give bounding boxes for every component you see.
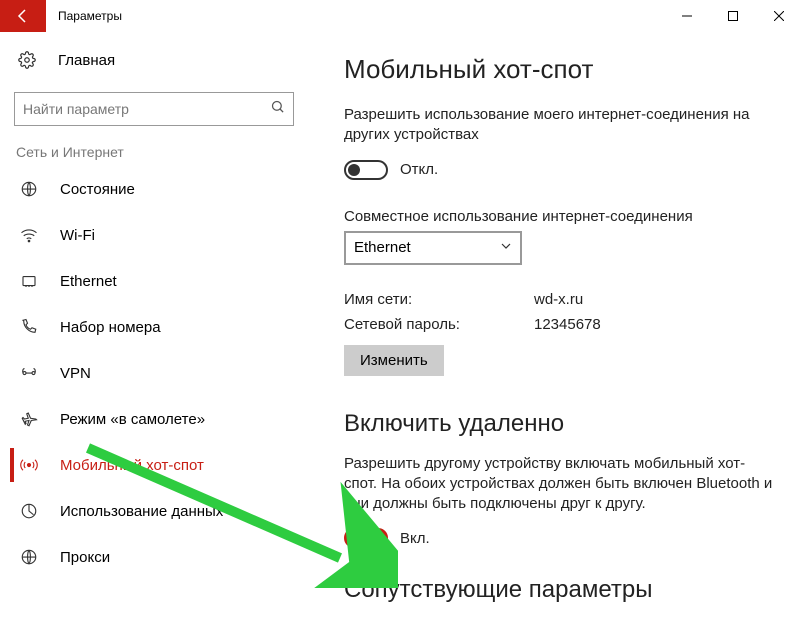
hotspot-icon bbox=[20, 456, 42, 474]
wifi-icon bbox=[20, 226, 42, 244]
sidebar-item-label: Состояние bbox=[60, 181, 135, 198]
edit-button[interactable]: Изменить bbox=[344, 345, 444, 376]
data-usage-icon bbox=[20, 502, 42, 520]
gear-icon bbox=[18, 51, 40, 69]
sidebar-item-label: Использование данных bbox=[60, 503, 223, 520]
globe-icon bbox=[20, 180, 42, 198]
sidebar-home-label: Главная bbox=[58, 52, 115, 69]
remote-heading: Включить удаленно bbox=[344, 410, 776, 438]
close-button[interactable] bbox=[756, 0, 802, 32]
minimize-button[interactable] bbox=[664, 0, 710, 32]
sidebar-item-label: VPN bbox=[60, 365, 91, 382]
network-password-label: Сетевой пароль: bbox=[344, 316, 534, 333]
airplane-icon bbox=[20, 410, 42, 428]
search-input[interactable] bbox=[23, 101, 270, 117]
sidebar-item-label: Прокси bbox=[60, 549, 110, 566]
related-heading: Сопутствующие параметры bbox=[344, 576, 776, 604]
sidebar-item-label: Ethernet bbox=[60, 273, 117, 290]
search-box[interactable] bbox=[14, 92, 294, 126]
select-value: Ethernet bbox=[354, 239, 411, 256]
share-description: Разрешить использование моего интернет-с… bbox=[344, 105, 776, 146]
sidebar-item-label: Мобильный хот-спот bbox=[60, 457, 204, 474]
toggle-off-label: Откл. bbox=[400, 161, 438, 178]
sidebar: Главная Сеть и Интернет Состояние Wi-Fi … bbox=[0, 32, 310, 633]
sidebar-item-label: Режим «в самолете» bbox=[60, 411, 205, 428]
window-title: Параметры bbox=[46, 9, 122, 23]
remote-toggle[interactable]: Вкл. bbox=[344, 526, 776, 550]
sidebar-home[interactable]: Главная bbox=[10, 40, 300, 80]
sidebar-item-status[interactable]: Состояние bbox=[10, 166, 300, 212]
title-bar: Параметры bbox=[0, 0, 802, 32]
share-from-select[interactable]: Ethernet bbox=[344, 231, 522, 265]
toggle-track-off[interactable] bbox=[344, 160, 388, 180]
vpn-icon bbox=[20, 364, 42, 382]
network-name-label: Имя сети: bbox=[344, 291, 534, 308]
sidebar-item-label: Набор номера bbox=[60, 319, 161, 336]
toggle-on-label: Вкл. bbox=[400, 530, 430, 547]
network-password-value: 12345678 bbox=[534, 316, 601, 333]
phone-icon bbox=[20, 318, 42, 336]
sidebar-item-hotspot[interactable]: Мобильный хот-спот bbox=[10, 442, 300, 488]
toggle-track-on[interactable] bbox=[344, 528, 388, 548]
sidebar-item-label: Wi-Fi bbox=[60, 227, 95, 244]
chevron-down-icon bbox=[500, 239, 512, 257]
sidebar-item-proxy[interactable]: Прокси bbox=[10, 534, 300, 580]
proxy-icon bbox=[20, 548, 42, 566]
back-button[interactable] bbox=[0, 0, 46, 32]
page-title: Мобильный хот-спот bbox=[344, 54, 776, 85]
network-name-value: wd-x.ru bbox=[534, 291, 583, 308]
sidebar-item-airplane[interactable]: Режим «в самолете» bbox=[10, 396, 300, 442]
remote-description: Разрешить другому устройству включать мо… bbox=[344, 454, 776, 515]
sidebar-item-dialup[interactable]: Набор номера bbox=[10, 304, 300, 350]
arrow-left-icon bbox=[15, 8, 31, 24]
maximize-button[interactable] bbox=[710, 0, 756, 32]
share-from-label: Совместное использование интернет-соедин… bbox=[344, 208, 776, 225]
sidebar-item-datausage[interactable]: Использование данных bbox=[10, 488, 300, 534]
ethernet-icon bbox=[20, 272, 42, 290]
sidebar-item-vpn[interactable]: VPN bbox=[10, 350, 300, 396]
sidebar-item-wifi[interactable]: Wi-Fi bbox=[10, 212, 300, 258]
sidebar-category: Сеть и Интернет bbox=[10, 144, 300, 166]
search-icon bbox=[270, 99, 285, 119]
main-panel: Мобильный хот-спот Разрешить использован… bbox=[310, 32, 802, 633]
sidebar-item-ethernet[interactable]: Ethernet bbox=[10, 258, 300, 304]
share-toggle[interactable]: Откл. bbox=[344, 158, 776, 182]
